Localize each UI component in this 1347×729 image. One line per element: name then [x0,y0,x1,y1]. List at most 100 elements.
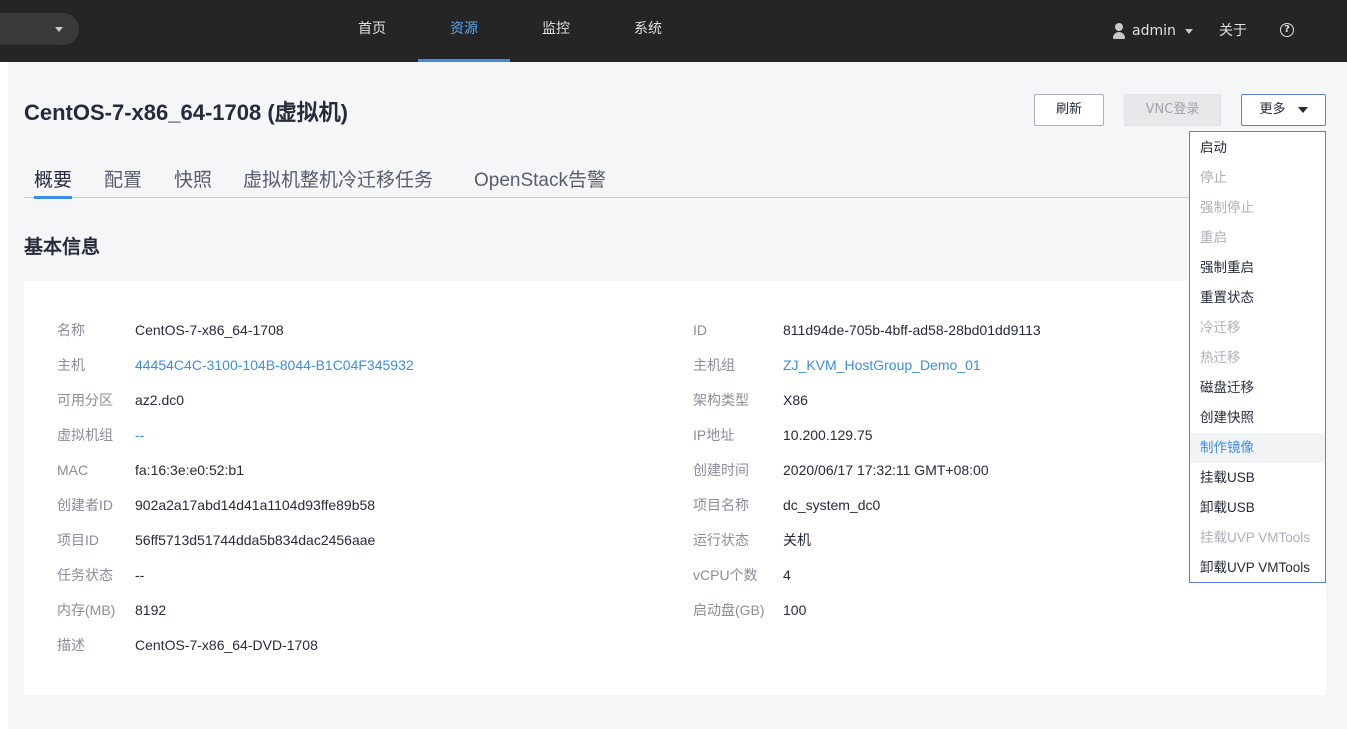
more-button[interactable]: 更多 [1241,94,1326,126]
info-row: 主机 44454C4C-3100-104B-8044-B1C04F345932 [57,355,617,375]
menu-item[interactable]: 挂载USB [1190,463,1325,493]
caret-down-icon [1297,106,1308,113]
info-label: 主机 [57,357,85,373]
info-label: 内存(MB) [57,602,116,618]
info-label: 创建者ID [57,497,113,513]
info-value: 10.200.129.75 [783,427,873,443]
tab-openstack-alarm[interactable]: OpenStack告警 [474,165,606,198]
info-value: X86 [783,392,808,408]
info-label: 运行状态 [693,532,749,548]
info-value: az2.dc0 [135,392,185,408]
info-value: 8192 [135,602,167,618]
menu-item[interactable]: 磁盘迁移 [1190,373,1325,403]
info-label: MAC [57,462,89,478]
info-value: 811d94de-705b-4bff-ad58-28bd01dd9113 [783,322,1041,338]
menu-item[interactable]: 卸载USB [1190,493,1325,523]
info-label: 项目ID [57,532,99,548]
menu-item[interactable]: 创建快照 [1190,403,1325,433]
info-row: ID 811d94de-705b-4bff-ad58-28bd01dd9113 [693,320,1253,340]
more-dropdown-menu: 启动停止强制停止重启强制重启 重置状态冷迁移热迁移磁盘迁移 创建快照 制作镜像 挂载US… [1189,131,1326,583]
tab-overview[interactable]: 概要 [34,165,73,199]
menu-item[interactable]: 卸载UVP VMTools [1190,553,1325,583]
info-row: 描述 CentOS-7-x86_64-DVD-1708 [57,635,617,655]
tab-config[interactable]: 配置 [104,165,142,198]
info-row: 项目ID 56ff5713d51744dda5b834dac2456aae [57,530,617,550]
nav-item-monitor[interactable]: 监控 [510,0,602,62]
nav-item-resources[interactable]: 资源 [418,0,510,62]
info-row: 内存(MB) 8192 [57,600,617,620]
menu-item: 冷迁移 [1200,320,1241,335]
info-label: 项目名称 [693,497,749,513]
tab-cold-migration-task[interactable]: 虚拟机整机冷迁移任务 [243,165,433,198]
info-row: 名称 CentOS-7-x86_64-1708 [57,320,617,340]
help-icon[interactable]: ? [1280,23,1294,37]
info-row: 创建时间 2020/06/17 17:32:11 GMT+08:00 [693,460,1253,480]
info-value: 关机 [783,532,811,548]
tab-snapshot[interactable]: 快照 [174,165,212,198]
info-label: 任务状态 [57,567,113,583]
info-label: 架构类型 [693,392,749,408]
info-row: 创建者ID 902a2a17abd14d41a1104d93ffe89b58 [57,495,617,515]
info-label: IP地址 [693,427,735,443]
menu-item[interactable]: 启动 [1190,133,1325,163]
vnc-login-button[interactable]: VNC登录 [1124,94,1221,126]
menu-item: 重启 [1200,230,1227,245]
region-selector[interactable] [0,13,79,45]
info-label: 名称 [57,322,85,338]
page-title: CentOS-7-x86_64-1708 (虚拟机) [24,100,349,125]
info-value: fa:16:3e:e0:52:b1 [135,462,244,478]
section-title: 基本信息 [24,237,101,258]
info-value: CentOS-7-x86_64-1708 [135,322,284,338]
menu-item[interactable]: 强制重启 [1190,253,1325,283]
menu-item: 强制停止 [1200,200,1254,215]
user-menu[interactable]: admin [1112,0,1193,62]
chevron-down-icon [55,27,63,32]
info-row: 主机组 ZJ_KVM_HostGroup_Demo_01 [693,355,1253,375]
info-value-link[interactable]: ZJ_KVM_HostGroup_Demo_01 [783,355,981,375]
detail-tabs: 概要 配置 快照 虚拟机整机冷迁移任务 OpenStack告警 [24,165,1326,199]
basic-info-card: 名称 CentOS-7-x86_64-1708 主机 44454C4C-3100-10… [24,281,1326,695]
info-label: ID [693,322,707,338]
menu-item: 热迁移 [1200,350,1241,365]
info-label: 主机组 [693,357,735,373]
info-value-link[interactable]: 44454C4C-3100-104B-8044-B1C04F345932 [135,355,414,375]
info-label: 虚拟机组 [57,427,113,443]
info-label: vCPU个数 [693,567,758,583]
chevron-down-icon [1184,28,1193,34]
info-value: 902a2a17abd14d41a1104d93ffe89b58 [135,497,376,513]
info-row: 启动盘(GB) 100 [693,600,1253,620]
menu-item[interactable]: 重置状态 [1190,283,1325,313]
info-row: IP地址 10.200.129.75 [693,425,1253,445]
info-value: 2020/06/17 17:32:11 GMT+08:00 [783,462,989,478]
info-row: 项目名称 dc_system_dc0 [693,495,1253,515]
nav-item-home[interactable]: 首页 [326,0,418,62]
info-value: 100 [783,602,807,618]
info-value: 56ff5713d51744dda5b834dac2456aae [135,532,376,548]
refresh-button[interactable]: 刷新 [1034,94,1104,126]
info-row: 任务状态 -- [57,565,617,585]
user-icon [1112,23,1126,39]
info-value: dc_system_dc0 [783,497,881,513]
more-button-label: 更多 [1259,102,1286,117]
info-label: 启动盘(GB) [693,602,765,618]
info-label: 创建时间 [693,462,749,478]
about-link[interactable]: 关于 [1219,0,1247,62]
info-value: CentOS-7-x86_64-DVD-1708 [135,637,318,653]
info-row: 可用分区 az2.dc0 [57,390,617,410]
info-row: MAC fa:16:3e:e0:52:b1 [57,460,617,480]
nav-item-system[interactable]: 系统 [602,0,694,62]
info-label: 描述 [57,637,85,653]
info-value-link[interactable]: -- [135,425,144,445]
menu-item: 挂载UVP VMTools [1200,530,1311,545]
menu-item: 停止 [1200,170,1227,185]
info-row: 虚拟机组 -- [57,425,617,445]
info-value: 4 [783,567,791,583]
info-label: 可用分区 [57,392,113,408]
info-row: vCPU个数 4 [693,565,1253,585]
menu-item[interactable]: 制作镜像 [1190,433,1325,463]
username: admin [1132,23,1176,39]
top-navigation-bar: 首页 资源 监控 系统 admin 关于 ? [0,0,1347,62]
info-row: 运行状态 关机 [693,530,1253,550]
info-value: -- [135,567,145,583]
info-row: 架构类型 X86 [693,390,1253,410]
